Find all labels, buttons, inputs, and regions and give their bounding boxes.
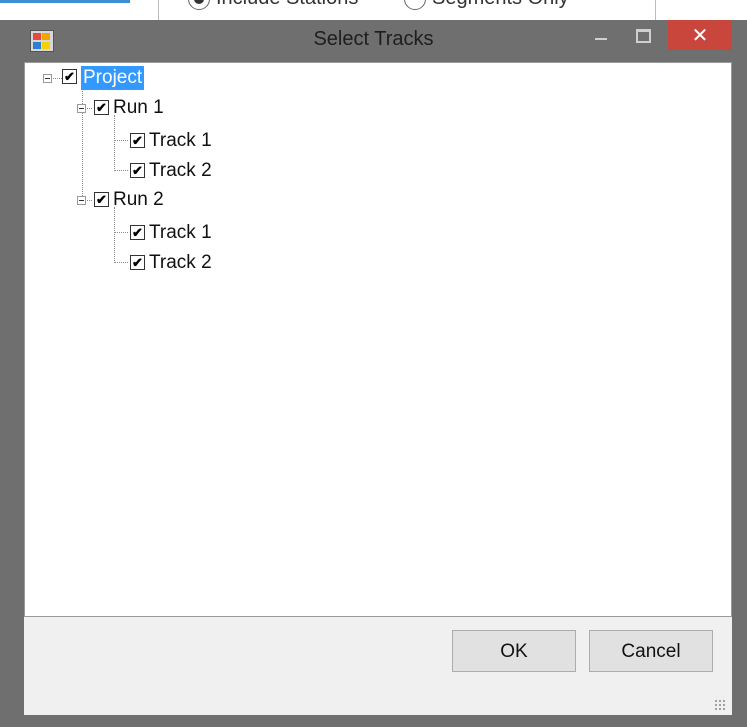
background-options-strip: Include Stations Segments Only bbox=[0, 0, 747, 20]
run1-track2-checkbox[interactable]: ✔ bbox=[130, 163, 145, 178]
maximize-button[interactable] bbox=[626, 22, 660, 50]
tree-node-run1-track2[interactable]: Track 2 bbox=[147, 159, 214, 183]
collapse-run2-toggle[interactable] bbox=[77, 196, 86, 205]
background-accent-line bbox=[0, 0, 130, 3]
background-divider bbox=[158, 0, 159, 20]
tree-connector bbox=[114, 262, 128, 263]
project-checkbox[interactable]: ✔ bbox=[62, 69, 77, 84]
tree-node-run2-track1[interactable]: Track 1 bbox=[147, 221, 214, 245]
ok-button[interactable]: OK bbox=[452, 630, 576, 672]
close-button[interactable]: ✕ bbox=[668, 20, 732, 50]
tree-node-run1-track1[interactable]: Track 1 bbox=[147, 129, 214, 153]
titlebar: Select Tracks ✕ bbox=[0, 20, 747, 62]
segments-only-radio[interactable] bbox=[404, 0, 426, 10]
background-divider bbox=[655, 0, 656, 20]
include-stations-label: Include Stations bbox=[216, 0, 358, 10]
tree-node-run2[interactable]: Run 2 bbox=[111, 188, 166, 212]
segments-only-label: Segments Only bbox=[432, 0, 569, 10]
tree-connector bbox=[114, 170, 128, 171]
track-tree[interactable]: ✔ Project ✔ Run 1 ✔ Track 1 ✔ Track 2 ✔ … bbox=[24, 62, 732, 617]
minimize-button[interactable] bbox=[584, 22, 618, 50]
resize-grip-icon[interactable] bbox=[714, 699, 726, 711]
tree-connector bbox=[114, 140, 128, 141]
tree-connector bbox=[114, 232, 128, 233]
tree-node-run1[interactable]: Run 1 bbox=[111, 96, 166, 120]
close-icon: ✕ bbox=[691, 24, 709, 47]
collapse-run1-toggle[interactable] bbox=[77, 104, 86, 113]
tree-connector bbox=[114, 115, 115, 171]
run1-checkbox[interactable]: ✔ bbox=[94, 100, 109, 115]
run2-track1-checkbox[interactable]: ✔ bbox=[130, 225, 145, 240]
tree-node-project[interactable]: Project bbox=[81, 66, 145, 90]
cancel-button[interactable]: Cancel bbox=[589, 630, 713, 672]
select-tracks-dialog: Select Tracks ✕ ✔ Project ✔ Run 1 ✔ Trac… bbox=[0, 20, 747, 727]
include-stations-radio[interactable] bbox=[188, 0, 210, 10]
maximize-icon bbox=[635, 29, 651, 43]
run2-track2-checkbox[interactable]: ✔ bbox=[130, 255, 145, 270]
run2-checkbox[interactable]: ✔ bbox=[94, 192, 109, 207]
run1-track1-checkbox[interactable]: ✔ bbox=[130, 133, 145, 148]
tree-node-run2-track2[interactable]: Track 2 bbox=[147, 251, 214, 275]
tree-connector bbox=[114, 207, 115, 263]
dialog-footer: OK Cancel bbox=[24, 617, 732, 715]
minimize-icon bbox=[595, 38, 607, 40]
collapse-project-toggle[interactable] bbox=[43, 74, 52, 83]
